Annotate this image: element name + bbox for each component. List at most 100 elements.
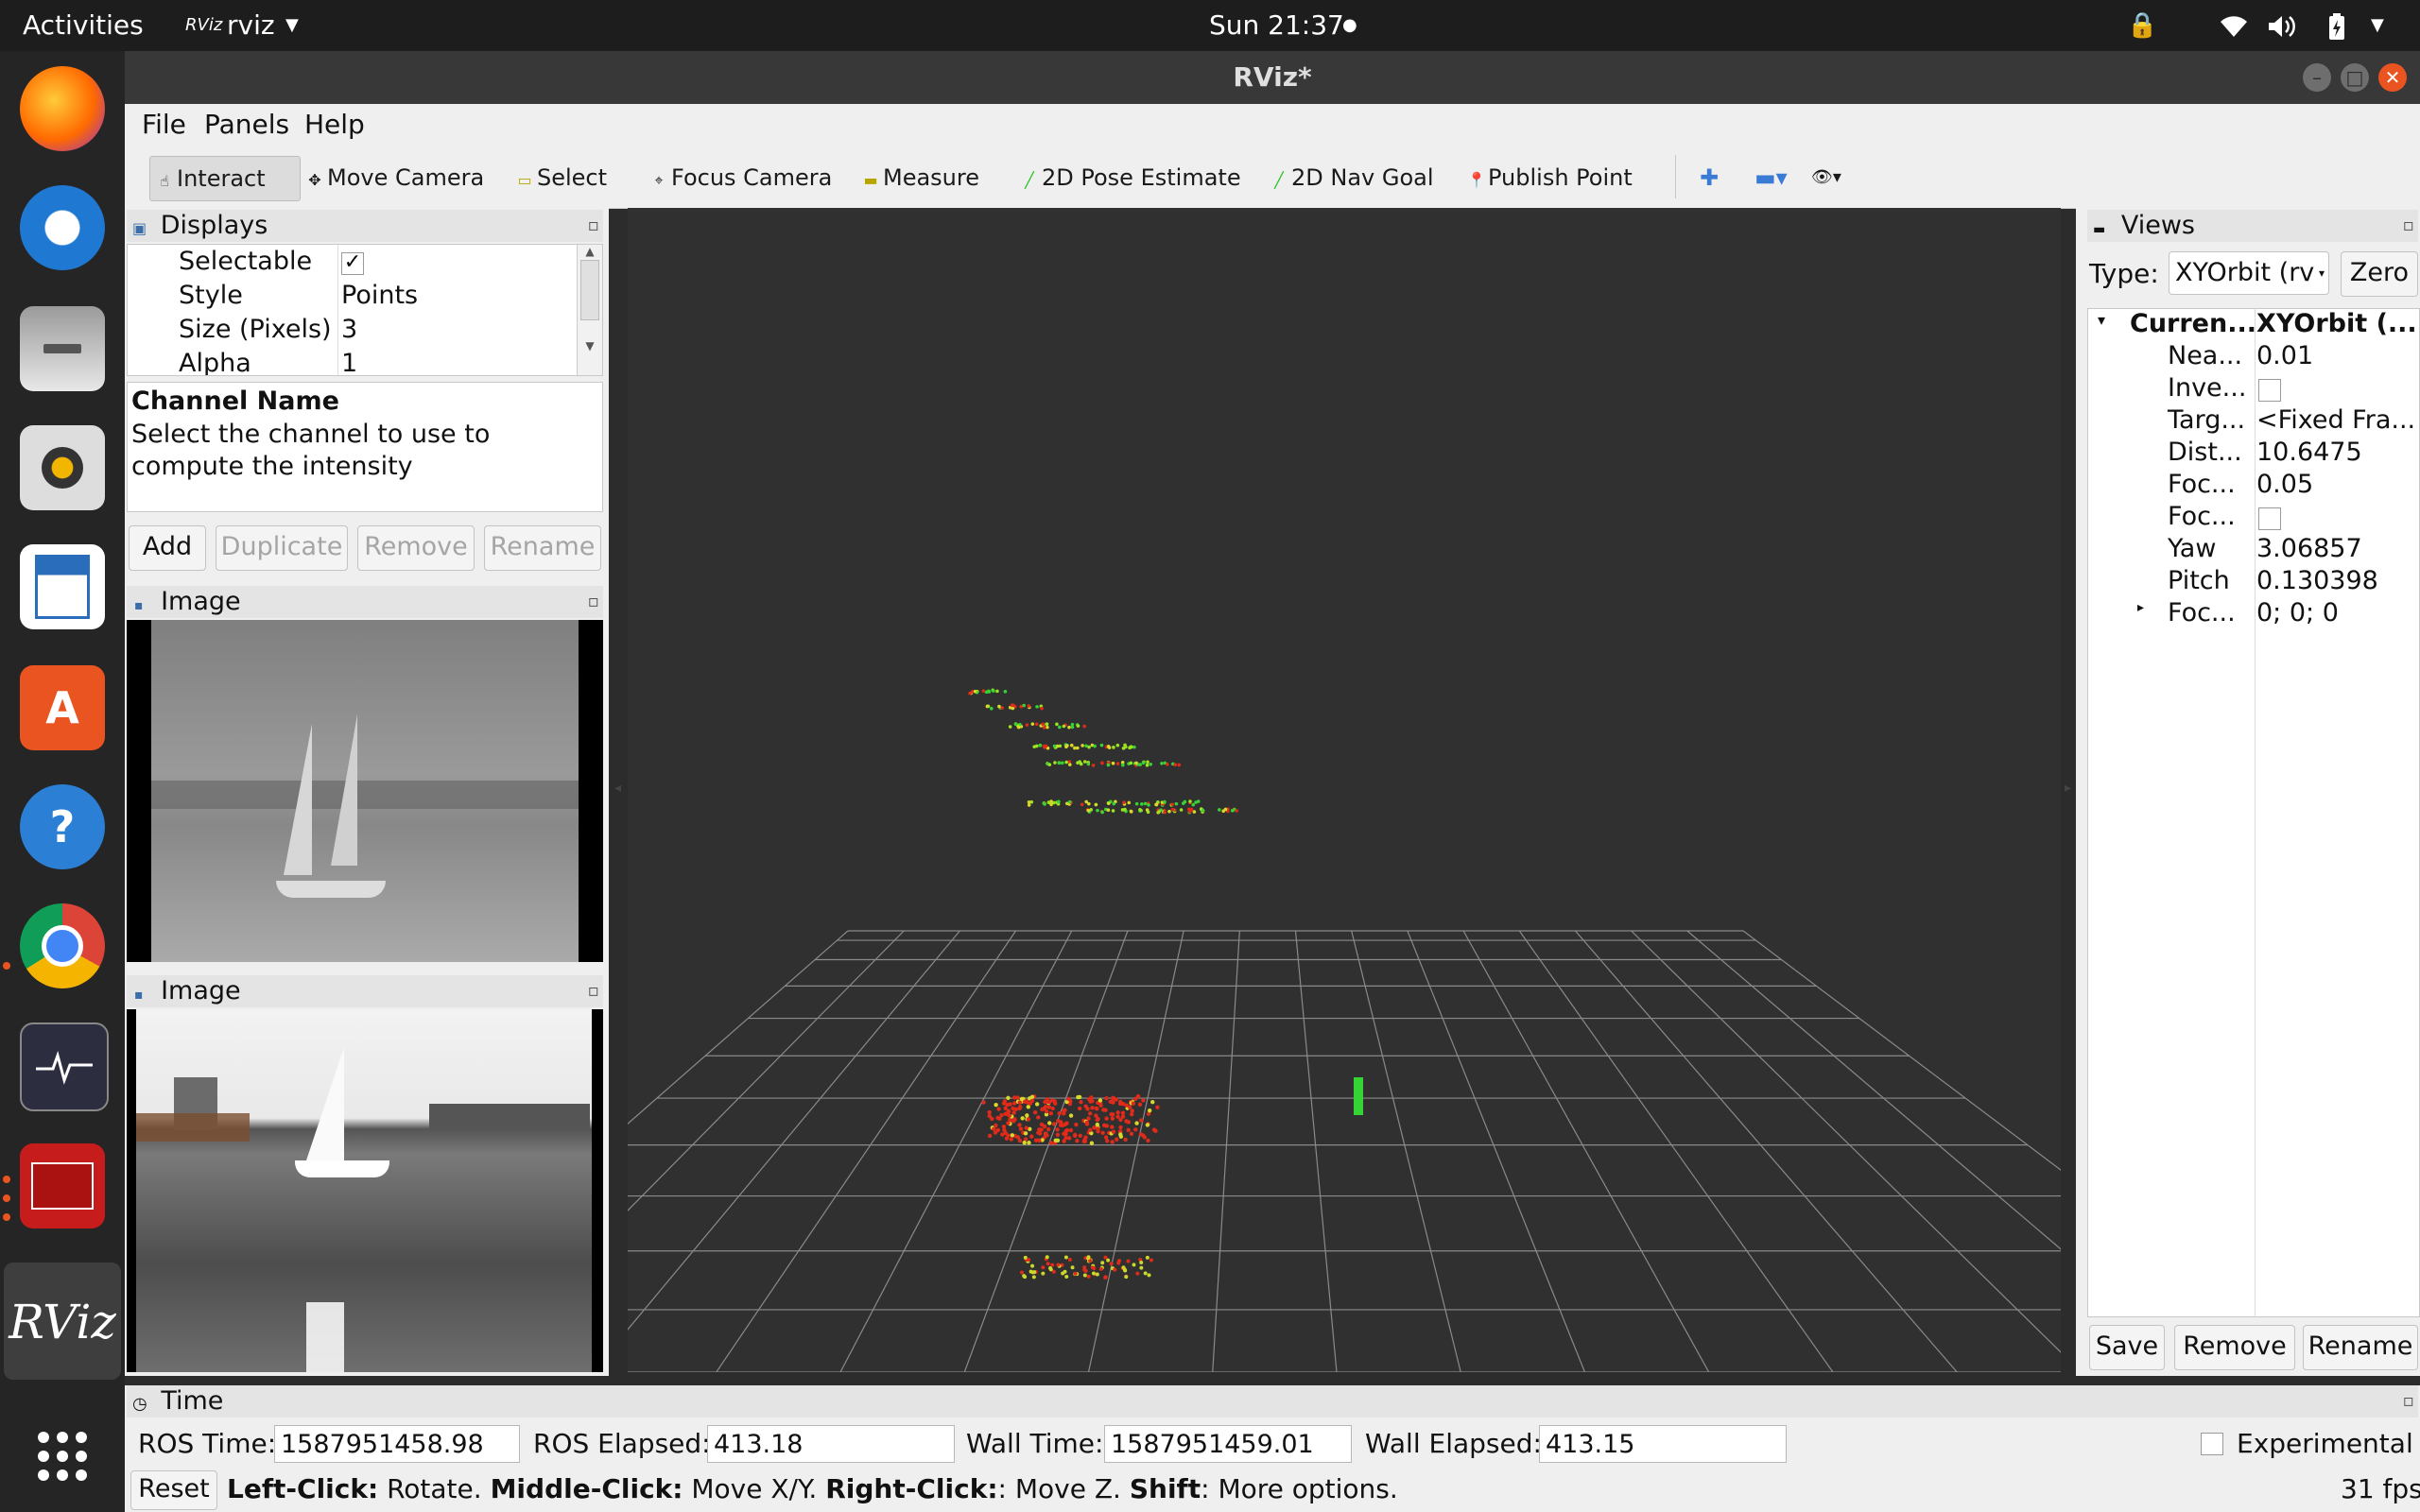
close-button[interactable]: ✕: [2378, 63, 2407, 92]
lock-icon[interactable]: 🔒: [2127, 0, 2157, 51]
focal-point-value[interactable]: 0; 0; 0: [2256, 598, 2339, 627]
focal-shape-fixed-checkbox[interactable]: [2258, 507, 2281, 530]
menu-file[interactable]: File: [142, 104, 186, 146]
select-tool-button[interactable]: ▭ Select: [516, 156, 607, 199]
close-icon[interactable]: ▫: [588, 210, 599, 242]
near-clip-value[interactable]: 0.01: [2256, 341, 2313, 370]
move-camera-tool-button[interactable]: ✥ Move Camera: [306, 156, 484, 199]
time-panel-header[interactable]: ◷ Time ▫: [127, 1385, 2418, 1418]
rename-view-button[interactable]: Rename: [2303, 1325, 2418, 1370]
remove-view-button[interactable]: Remove: [2174, 1325, 2295, 1370]
pitch-value[interactable]: 0.130398: [2256, 566, 2378, 595]
wall-time-field[interactable]: 1587951459.01: [1104, 1425, 1352, 1463]
clock[interactable]: Sun 21:37: [1209, 0, 1344, 51]
menu-help[interactable]: Help: [304, 104, 365, 146]
zero-view-button[interactable]: Zero: [2341, 251, 2418, 297]
ros-time-field[interactable]: 1587951458.98: [274, 1425, 520, 1463]
volume-icon[interactable]: [2267, 0, 2297, 51]
terminal-icon[interactable]: [20, 1143, 105, 1228]
activities-button[interactable]: Activities: [23, 0, 144, 51]
point-cloud-dot: [1130, 1108, 1134, 1113]
ros-elapsed-field[interactable]: 413.18: [707, 1425, 955, 1463]
app-menu-button[interactable]: rviz: [227, 0, 275, 51]
close-icon[interactable]: ▫: [2403, 210, 2414, 242]
image-panel-header[interactable]: ▪ Image ▫: [127, 586, 603, 618]
move-camera-icon: ✥: [308, 171, 321, 189]
chevron-down-icon[interactable]: ▼: [285, 0, 299, 51]
system-monitor-icon[interactable]: [20, 1022, 109, 1111]
right-splitter-handle-icon[interactable]: ▸: [2065, 781, 2071, 796]
rename-display-button[interactable]: Rename: [484, 525, 601, 571]
displays-property-tree[interactable]: Selectable ✓ Style Points Size (Pixels) …: [127, 244, 603, 376]
chrome-icon[interactable]: [20, 903, 105, 988]
experimental-checkbox[interactable]: [2201, 1433, 2223, 1455]
invert-z-checkbox[interactable]: [2258, 379, 2281, 402]
minimize-button[interactable]: –: [2303, 63, 2331, 92]
point-cloud-dot: [1027, 704, 1031, 708]
measure-tool-button[interactable]: ▬ Measure: [862, 156, 979, 199]
firefox-icon[interactable]: [20, 66, 105, 151]
help-icon[interactable]: ?: [20, 784, 105, 869]
add-display-button[interactable]: Add: [129, 525, 206, 571]
rviz-icon[interactable]: RViz: [9, 1280, 115, 1365]
focal-shape-size-value[interactable]: 0.05: [2256, 470, 2313, 499]
close-icon[interactable]: ▫: [588, 975, 599, 1007]
view-type-select[interactable]: XYOrbit (rv ▾: [2169, 251, 2329, 295]
point-cloud-dot: [1115, 1114, 1120, 1119]
publish-point-tool-button[interactable]: 📍Publish Point: [1467, 156, 1633, 199]
menu-panels[interactable]: Panels: [204, 104, 289, 146]
point-cloud-dot: [1025, 1100, 1029, 1105]
rhythmbox-icon[interactable]: [20, 425, 105, 510]
remove-display-button[interactable]: Remove: [357, 525, 475, 571]
scrollbar-thumb[interactable]: [580, 260, 599, 320]
system-menu-arrow-icon[interactable]: ▼: [2371, 0, 2384, 51]
point-cloud-dot: [1100, 1130, 1105, 1135]
software-icon[interactable]: A: [20, 665, 105, 750]
nav-goal-tool-button[interactable]: ╱ 2D Nav Goal: [1270, 156, 1433, 199]
thunderbird-icon[interactable]: [20, 185, 105, 270]
view-properties-tree[interactable]: ▾ Curren... XYOrbit (... Nea... 0.01 Inv…: [2087, 308, 2420, 1317]
views-panel-header[interactable]: ▬ Views ▫: [2087, 210, 2418, 242]
wall-elapsed-field[interactable]: 413.15: [1539, 1425, 1787, 1463]
displays-scrollbar[interactable]: ▲ ▼: [577, 245, 602, 375]
alpha-value[interactable]: 1: [341, 349, 357, 375]
writer-icon[interactable]: [20, 544, 105, 629]
current-view-name[interactable]: Curren...: [2130, 309, 2256, 338]
distance-value[interactable]: 10.6475: [2256, 438, 2362, 467]
style-value[interactable]: Points: [341, 281, 418, 310]
target-frame-value[interactable]: <Fixed Fra...: [2256, 405, 2415, 435]
pose-estimate-tool-button[interactable]: ╱ 2D Pose Estimate: [1021, 156, 1240, 199]
focus-camera-tool-button[interactable]: ⌖ Focus Camera: [650, 156, 832, 199]
duplicate-display-button[interactable]: Duplicate: [216, 525, 348, 571]
point-cloud-dot: [1098, 1266, 1103, 1271]
point-cloud-dot: [1035, 705, 1039, 709]
reset-button[interactable]: Reset: [130, 1470, 217, 1510]
battery-icon[interactable]: [2327, 0, 2346, 51]
expand-arrow-icon[interactable]: ▾: [2098, 311, 2105, 329]
wifi-icon[interactable]: [2220, 0, 2248, 51]
files-icon[interactable]: [20, 306, 105, 391]
close-icon[interactable]: ▫: [2403, 1385, 2414, 1418]
point-cloud-dot: [1138, 807, 1142, 812]
point-cloud-dot: [1188, 799, 1192, 803]
left-splitter-handle-icon[interactable]: ◂: [614, 781, 621, 796]
close-icon[interactable]: ▫: [588, 586, 599, 618]
tool-properties-eye-icon[interactable]: 👁▾: [1811, 156, 1841, 199]
remove-tool-minus-icon[interactable]: ▬▾: [1754, 156, 1788, 199]
expand-arrow-icon[interactable]: ▸: [2137, 600, 2144, 615]
interact-tool-button[interactable]: ☝ Interact: [149, 156, 301, 201]
save-view-button[interactable]: Save: [2089, 1325, 2165, 1370]
yaw-value[interactable]: 3.06857: [2256, 534, 2362, 563]
size-value[interactable]: 3: [341, 315, 357, 344]
displays-panel-header[interactable]: ▣ Displays ▫: [127, 210, 603, 242]
point-cloud-dot: [1104, 1095, 1109, 1101]
selectable-checkbox[interactable]: ✓: [341, 252, 364, 275]
image-panel-header[interactable]: ▪ Image ▫: [127, 975, 603, 1007]
image-icon: ▪: [134, 988, 144, 1003]
maximize-button[interactable]: □: [2341, 63, 2369, 92]
show-apps-icon[interactable]: [20, 1414, 105, 1499]
point-cloud-dot: [1132, 1263, 1136, 1267]
point-cloud-dot: [1029, 1134, 1034, 1139]
add-tool-plus-icon[interactable]: ✚: [1700, 156, 1719, 199]
3d-render-view[interactable]: [343, 208, 2330, 1373]
